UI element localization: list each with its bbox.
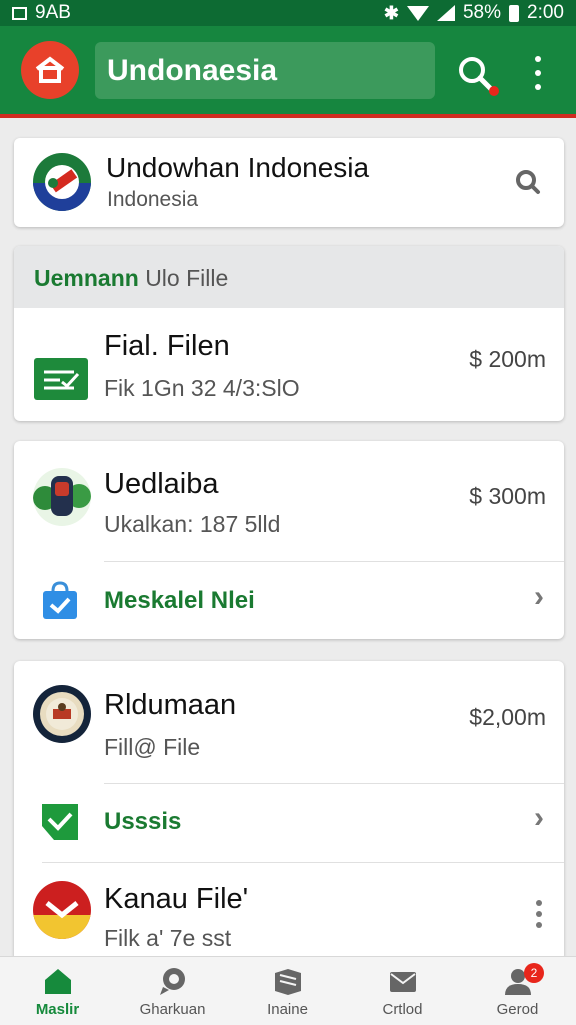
check-flag-icon (42, 804, 78, 840)
nav-label: Inaine (267, 1001, 308, 1018)
shopping-bag-icon (43, 581, 77, 619)
card2-item-subtitle: Ukalkan: 187 5lld (104, 511, 281, 537)
file-section-header: Uemnann Ulo Fille (14, 246, 564, 308)
chevron-right-icon: › (534, 801, 544, 834)
status-left-text: 9AB (35, 2, 71, 23)
product-avatar (33, 468, 91, 526)
clock: 2:00 (527, 2, 564, 23)
list-item[interactable]: Rldumaan Fill@ File $2,00m (14, 661, 564, 783)
nav-item-mail[interactable]: Crtlod (345, 957, 460, 1025)
list-item[interactable]: Uedlaiba Ukalkan: 187 5lld $ 300m (14, 441, 564, 561)
card2-action-label: Meskalel Nlei (104, 587, 255, 614)
card3-action-label: Usssis (104, 808, 182, 835)
file-item-subtitle: Fik 1Gn 32 4/3:SlO (104, 375, 300, 401)
battery-icon (509, 4, 520, 22)
document-icon (34, 358, 88, 400)
chevron-right-icon: › (534, 580, 544, 613)
nav-label: Maslir (35, 1001, 80, 1018)
book-icon (274, 969, 301, 995)
file-header-rest: Ulo Fille (145, 265, 229, 291)
item-overflow-icon[interactable] (536, 900, 542, 928)
status-bar: 9AB ✱ 58% 2:00 (0, 0, 576, 26)
file-item-title: Fial. Filen (104, 330, 230, 362)
card2-item-title: Uedlaiba (104, 468, 219, 500)
battery-percent: 58% (462, 2, 502, 23)
list-item[interactable]: Fial. Filen Fik 1Gn 32 4/3:SlO $ 200m (14, 308, 564, 421)
wifi-icon (406, 5, 429, 21)
gallery-icon (12, 6, 27, 20)
card-three: Rldumaan Fill@ File $2,00m Usssis › Kana… (14, 661, 564, 961)
bottom-navigation: Maslir Gharkuan Inaine Crtlod 2 Gerod (0, 956, 576, 1025)
nav-item-home[interactable]: Maslir (0, 957, 115, 1025)
nav-item-book[interactable]: Inaine (230, 957, 345, 1025)
card2-action-row[interactable]: Meskalel Nlei › (14, 562, 564, 639)
card3-item2-subtitle: Filk a' 7e sst (104, 925, 232, 951)
search-small-icon[interactable] (514, 168, 542, 196)
badge-avatar (33, 685, 91, 743)
file-card: Uemnann Ulo Fille Fial. Filen Fik 1Gn 32… (14, 246, 564, 421)
app-bar: Undonaesia (0, 26, 576, 145)
app-title: Undonaesia (107, 53, 278, 87)
file-header-bold: Uemnann (34, 265, 139, 291)
file-item-price: $ 200m (469, 346, 546, 372)
flag-avatar (33, 153, 91, 211)
home-icon (44, 969, 71, 994)
location-card[interactable]: Undowhan Indonesia Indonesia (14, 138, 564, 227)
overflow-menu-icon[interactable] (528, 56, 548, 90)
chat-icon (159, 968, 185, 995)
nav-label: Gerod (496, 1001, 539, 1018)
notification-dot (489, 86, 499, 96)
card3-action-row[interactable]: Usssis › (14, 784, 564, 862)
location-subtitle: Indonesia (107, 188, 199, 211)
home-icon (35, 56, 65, 83)
card3-item2-title: Kanau File' (104, 883, 249, 915)
bluetooth-icon: ✱ (383, 2, 399, 23)
card2-item-price: $ 300m (469, 483, 546, 509)
signal-icon (436, 5, 455, 21)
location-title: Undowhan Indonesia (106, 152, 370, 183)
nav-label: Crtlod (382, 1001, 423, 1018)
notification-badge: 2 (524, 963, 544, 983)
list-item[interactable]: Kanau File' Filk a' 7e sst (14, 863, 564, 961)
mail-avatar (33, 881, 91, 939)
mail-icon (389, 972, 416, 992)
nav-item-chat[interactable]: Gharkuan (115, 957, 230, 1025)
card3-item-title: Rldumaan (104, 689, 237, 721)
nav-item-profile[interactable]: 2 Gerod (460, 957, 575, 1025)
app-title-field[interactable]: Undonaesia (95, 42, 435, 99)
card3-item-price: $2,00m (469, 704, 546, 730)
card3-item-subtitle: Fill@ File (104, 734, 201, 760)
nav-label: Gharkuan (139, 1001, 206, 1018)
card-two: Uedlaiba Ukalkan: 187 5lld $ 300m Meskal… (14, 441, 564, 639)
home-button[interactable] (21, 41, 79, 99)
